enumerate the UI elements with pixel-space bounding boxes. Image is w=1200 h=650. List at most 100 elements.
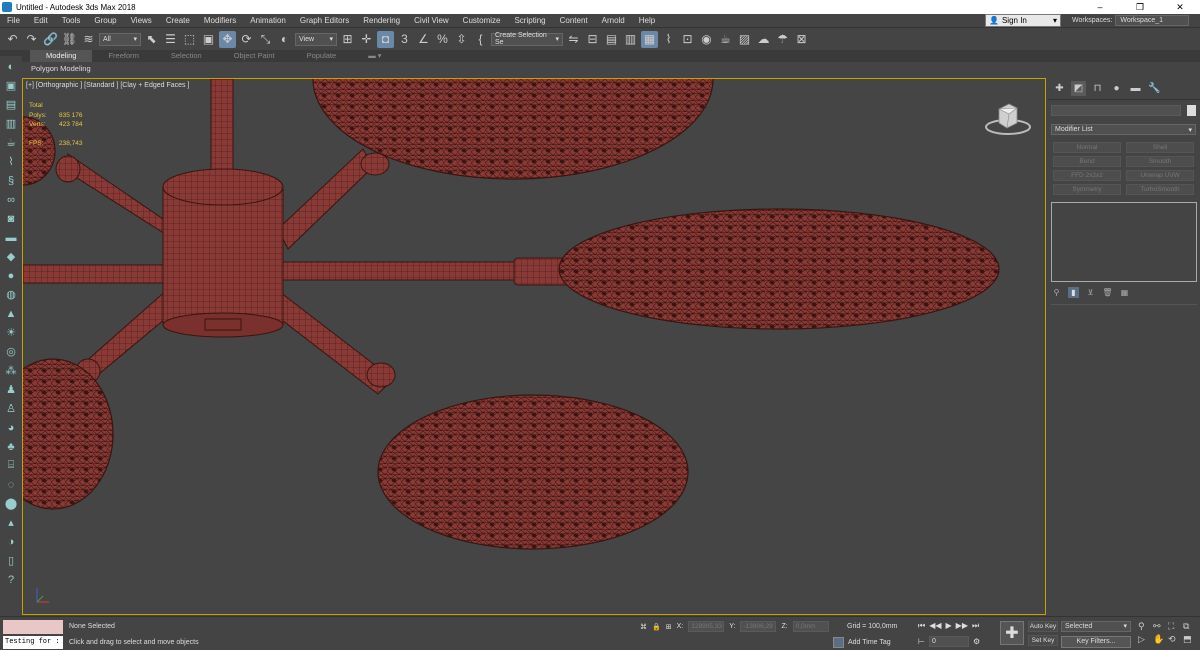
lock-selection-icon[interactable]: 🔒 [652,623,661,631]
menu-animation[interactable]: Animation [243,14,293,28]
current-frame-field[interactable]: 0 [928,636,969,647]
scene-explorer-icon[interactable]: ▤ [603,31,620,48]
next-frame-icon[interactable]: ▶▶ [956,621,968,631]
help-icon[interactable]: ? [3,571,19,588]
rendered-frame-window-icon[interactable]: ▨ [736,31,753,48]
edit-named-selection-icon[interactable]: { [472,31,489,48]
menu-views[interactable]: Views [124,14,159,28]
menu-edit[interactable]: Edit [27,14,55,28]
workspace-dropdown[interactable]: Workspace_1 [1115,15,1190,26]
globe-icon[interactable]: ◕ [3,419,19,436]
tab-selection[interactable]: Selection [155,50,218,62]
object-name-field[interactable] [1051,105,1181,116]
zoom-extents-icon[interactable]: ⛶ [1168,621,1181,632]
mirror-icon[interactable]: ⇋ [565,31,582,48]
select-object-icon[interactable]: ⬉ [143,31,160,48]
tube-icon[interactable]: ◌ [3,476,19,493]
isolate-selection-icon[interactable]: ⌘ [640,623,647,631]
menu-graph-editors[interactable]: Graph Editors [293,14,356,28]
menu-rendering[interactable]: Rendering [356,14,407,28]
modifier-turbosmooth-button[interactable]: TurboSmooth [1126,184,1194,195]
zoom-all-icon[interactable]: ⚯ [1153,621,1166,632]
perspective-viewport[interactable]: [+] [Orthographic ] [Standard ] [Clay + … [22,78,1046,615]
menu-create[interactable]: Create [159,14,197,28]
menu-customize[interactable]: Customize [456,14,508,28]
spinner-snap-icon[interactable]: ⇳ [453,31,470,48]
render-activeshade-icon[interactable]: ⊠ [793,31,810,48]
z-coordinate-field[interactable]: 0,0mm [792,621,829,632]
viewport-layout-icon[interactable]: ◐ [3,58,19,75]
render-production-icon[interactable]: ☁ [755,31,772,48]
x-coordinate-field[interactable]: 128905,33 [688,621,725,632]
zoom-extents-all-icon[interactable]: ⧉ [1183,621,1196,632]
viewport-label[interactable]: [+] [Orthographic ] [Standard ] [Clay + … [26,82,189,89]
hierarchy-tab-icon[interactable]: ⊓ [1090,81,1105,96]
set-keys-icon[interactable]: ✚ [1000,621,1024,645]
percent-snap-icon[interactable]: % [434,31,451,48]
menu-scripting[interactable]: Scripting [507,14,552,28]
undo-icon[interactable]: ↶ [4,31,21,48]
menu-tools[interactable]: Tools [55,14,88,28]
time-configuration-icon[interactable]: ⚙ [973,637,980,646]
modifier-symmetry-button[interactable]: Symmetry [1053,184,1121,195]
play-icon[interactable]: ▶ [946,621,952,631]
biped-icon[interactable]: ♟ [3,381,19,398]
align-icon[interactable]: ⊟ [584,31,601,48]
move-icon[interactable]: ✥ [219,30,236,48]
layer-explorer-icon[interactable]: ▥ [622,31,639,48]
key-mode-dropdown[interactable]: Selected ▾ [1061,621,1131,632]
modifier-unwrap-uvw-button[interactable]: Unwrap UVW [1126,170,1194,181]
remove-modifier-icon[interactable]: 🗑 [1102,287,1113,298]
unlink-icon[interactable]: ⛓ [61,31,78,48]
modifier-normal-button[interactable]: Normal [1053,142,1121,153]
schematic-view-icon[interactable]: ⊡ [679,31,696,48]
torus-knot-icon[interactable]: ∞ [3,191,19,208]
light-icon[interactable]: ☀ [3,324,19,341]
go-to-start-icon[interactable]: ⏮ [918,621,925,631]
bind-space-warp-icon[interactable]: ≋ [80,31,97,48]
link-icon[interactable]: 🔗 [42,31,59,48]
menu-file[interactable]: File [0,14,27,28]
modifier-ffd-button[interactable]: FFD 2x2x2 [1053,170,1121,181]
modify-tab-icon[interactable]: ◩ [1071,81,1086,96]
maxscript-listener-input[interactable]: Testing for : [3,636,63,649]
shaded-sphere-icon[interactable]: ⬤ [3,495,19,512]
curve-editor-icon[interactable]: ⌇ [660,31,677,48]
geosphere-icon[interactable]: ◍ [3,286,19,303]
scene-explorer-icon[interactable]: ▥ [3,115,19,132]
y-coordinate-field[interactable]: -13806,29 [740,621,777,632]
render-iterative-icon[interactable]: ☂ [774,31,791,48]
absolute-mode-icon[interactable]: ⊞ [666,623,672,631]
select-manipulate-icon[interactable]: ✛ [358,31,375,48]
scale-icon[interactable]: ⤡ [257,31,274,48]
zoom-icon[interactable]: ⚲ [1138,621,1151,632]
stairs-icon[interactable]: ⌸ [3,457,19,474]
render-setup-icon[interactable]: ☕ [717,31,734,48]
foliage-icon[interactable]: ♣ [3,438,19,455]
material-editor-icon[interactable]: ◉ [698,31,715,48]
rect-selection-icon[interactable]: ⬚ [181,31,198,48]
layers-icon[interactable]: ▤ [3,96,19,113]
sphere-icon[interactable]: ● [3,267,19,284]
disc-icon[interactable]: ◎ [3,343,19,360]
gengon-icon[interactable]: ◙ [3,210,19,227]
pan-icon[interactable]: ✋ [1153,634,1166,645]
reference-coordinate-dropdown[interactable]: View ▾ [295,32,337,46]
redo-icon[interactable]: ↷ [23,31,40,48]
angle-snap-icon[interactable]: ∠ [415,31,432,48]
isolate-icon[interactable]: ▣ [3,77,19,94]
hedra-icon[interactable]: ◆ [3,248,19,265]
menu-modifiers[interactable]: Modifiers [197,14,243,28]
minimize-button[interactable]: – [1080,0,1120,14]
maximize-button[interactable]: ❐ [1120,0,1160,14]
select-by-name-icon[interactable]: ☰ [162,31,179,48]
maximize-viewport-icon[interactable]: ⬒ [1183,634,1196,645]
set-key-button[interactable]: Set Key [1028,635,1058,646]
menu-civil-view[interactable]: Civil View [407,14,456,28]
sign-in-dropdown[interactable]: 👤 Sign In ▾ [985,14,1061,27]
plane-icon[interactable]: ▬ [3,229,19,246]
previous-frame-icon[interactable]: ◀◀ [929,621,941,631]
place-icon[interactable]: ◐ [276,31,293,48]
document-icon[interactable]: ▯ [3,552,19,569]
show-end-result-icon[interactable]: ▮ [1068,287,1079,298]
